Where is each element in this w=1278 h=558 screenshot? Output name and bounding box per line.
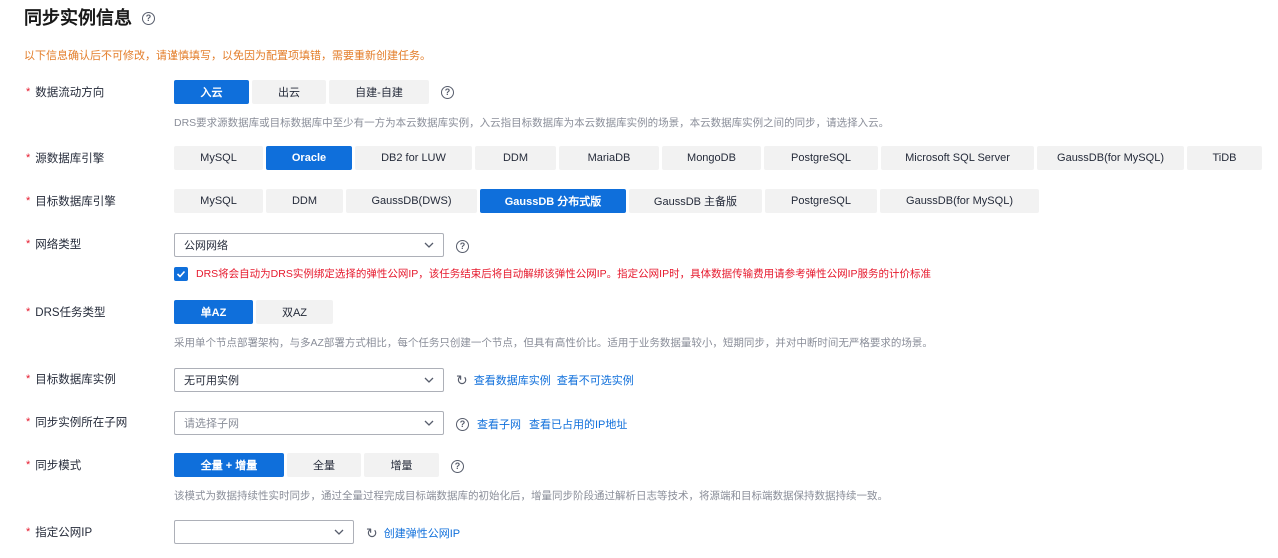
sync-mode-desc: 该模式为数据持续性实时同步，通过全量过程完成目标端数据库的初始化后，增量同步阶段… [174,490,888,502]
subnet-label: * 同步实例所在子网 [26,410,127,434]
source-option-postgresql[interactable]: PostgreSQL [764,146,878,170]
target-instance-select[interactable]: 无可用实例 [174,368,444,392]
target-option-gaussdb-distributed[interactable]: GaussDB 分布式版 [480,189,626,213]
help-icon[interactable]: ? [456,240,469,253]
subnet-placeholder: 请选择子网 [184,418,239,430]
target-instance-actions: ↻ 查看数据库实例 查看不可选实例 [456,372,634,388]
public-ip-select[interactable] [174,520,354,544]
required-mark: * [26,152,31,164]
required-mark: * [26,373,31,385]
sync-mode-label: * 同步模式 [26,453,81,477]
option-outbound[interactable]: 出云 [252,80,326,104]
target-instance-value: 无可用实例 [184,375,239,387]
option-full[interactable]: 全量 [287,453,361,477]
chevron-down-icon [334,529,344,535]
eip-checkbox[interactable] [174,266,188,281]
target-engine-label: * 目标数据库引擎 [26,189,116,213]
required-mark: * [26,459,31,471]
public-ip-actions: ↻ 创建弹性公网IP [366,525,460,541]
option-dual-az[interactable]: 双AZ [256,300,333,324]
target-option-mysql[interactable]: MySQL [174,189,263,213]
subnet-label-text: 同步实例所在子网 [35,417,128,429]
refresh-icon[interactable]: ↻ [456,373,468,387]
view-subnet-link[interactable]: 查看子网 [477,416,521,432]
task-type-selector: 单AZ 双AZ [174,300,333,324]
task-type-desc: 采用单个节点部署架构，与多AZ部署方式相比，每个任务只创建一个节点，但具有高性价… [174,337,933,349]
source-option-gaussdb-mysql[interactable]: GaussDB(for MySQL) [1037,146,1184,170]
option-inbound[interactable]: 入云 [174,80,249,104]
flow-direction-label-text: 数据流动方向 [35,87,105,99]
public-ip-label-text: 指定公网IP [35,527,93,539]
source-option-ddm[interactable]: DDM [475,146,556,170]
source-option-db2[interactable]: DB2 for LUW [355,146,472,170]
eip-checkbox-row: DRS将会自动为DRS实例绑定选择的弹性公网IP，该任务结束后将自动解绑该弹性公… [174,266,931,281]
target-option-gaussdb-mysql[interactable]: GaussDB(for MySQL) [880,189,1039,213]
target-option-ddm[interactable]: DDM [266,189,343,213]
warning-notice: 以下信息确认后不可修改，请谨慎填写，以免因为配置项填错，需要重新创建任务。 [24,50,431,62]
network-type-value: 公网网络 [184,240,228,252]
required-mark: * [26,526,31,538]
option-full-incremental[interactable]: 全量 + 增量 [174,453,284,477]
chevron-down-icon [424,377,434,383]
page-title: 同步实例信息 [24,8,132,28]
create-eip-link[interactable]: 创建弹性公网IP [384,525,460,541]
network-type-select[interactable]: 公网网络 [174,233,444,257]
source-engine-label-text: 源数据库引擎 [35,153,105,165]
sync-mode-label-text: 同步模式 [35,460,82,472]
source-option-tidb[interactable]: TiDB [1187,146,1262,170]
source-engine-label: * 源数据库引擎 [26,146,104,170]
view-db-instances-link[interactable]: 查看数据库实例 [474,372,551,388]
target-option-gaussdb-primary-standby[interactable]: GaussDB 主备版 [629,189,762,213]
task-type-label-text: DRS任务类型 [35,307,106,319]
required-mark: * [26,238,31,250]
subnet-actions: ? 查看子网 查看已占用的IP地址 [456,416,627,432]
flow-direction-desc: DRS要求源数据库或目标数据库中至少有一方为本云数据库实例，入云指目标数据库为本… [174,117,890,129]
network-type-label-text: 网络类型 [35,239,82,251]
sync-mode-selector: 全量 + 增量 全量 增量 [174,453,439,477]
option-incremental[interactable]: 增量 [364,453,439,477]
chevron-down-icon [424,242,434,248]
task-type-label: * DRS任务类型 [26,300,106,324]
source-option-oracle[interactable]: Oracle [266,146,352,170]
eip-checkbox-text: DRS将会自动为DRS实例绑定选择的弹性公网IP，该任务结束后将自动解绑该弹性公… [196,268,932,280]
source-option-mariadb[interactable]: MariaDB [559,146,659,170]
help-icon[interactable]: ? [441,86,454,99]
refresh-icon[interactable]: ↻ [366,526,378,540]
network-type-label: * 网络类型 [26,232,81,256]
chevron-down-icon [424,420,434,426]
required-mark: * [26,195,31,207]
flow-direction-selector: 入云 出云 自建-自建 [174,80,429,104]
option-single-az[interactable]: 单AZ [174,300,253,324]
target-option-gaussdb-dws[interactable]: GaussDB(DWS) [346,189,477,213]
source-option-mysql[interactable]: MySQL [174,146,263,170]
help-icon[interactable]: ? [142,11,155,25]
subnet-select[interactable]: 请选择子网 [174,411,444,435]
view-unavailable-instances-link[interactable]: 查看不可选实例 [557,372,634,388]
source-option-sqlserver[interactable]: Microsoft SQL Server [881,146,1034,170]
source-option-mongodb[interactable]: MongoDB [662,146,761,170]
target-instance-label-text: 目标数据库实例 [35,374,116,386]
target-engine-selector: MySQL DDM GaussDB(DWS) GaussDB 分布式版 Gaus… [174,189,1039,213]
flow-direction-label: * 数据流动方向 [26,80,104,104]
help-icon[interactable]: ? [456,417,469,431]
required-mark: * [26,416,31,428]
target-instance-label: * 目标数据库实例 [26,367,116,391]
section-title: 同步实例信息 ? [24,4,155,30]
source-engine-selector: MySQL Oracle DB2 for LUW DDM MariaDB Mon… [174,146,1262,170]
target-engine-label-text: 目标数据库引擎 [35,196,116,208]
check-icon [176,270,186,278]
view-used-ip-link[interactable]: 查看已占用的IP地址 [529,416,627,432]
target-option-postgresql[interactable]: PostgreSQL [765,189,877,213]
public-ip-label: * 指定公网IP [26,520,92,544]
help-icon[interactable]: ? [451,460,464,473]
required-mark: * [26,306,31,318]
required-mark: * [26,86,31,98]
option-self-built[interactable]: 自建-自建 [329,80,429,104]
